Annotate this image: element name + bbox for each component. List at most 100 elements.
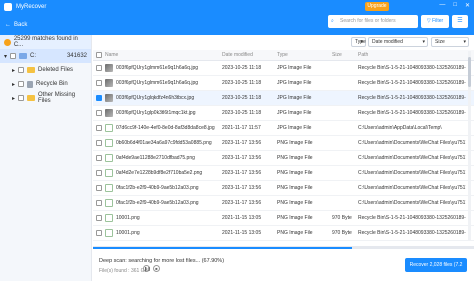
sidebar-item-recycle-bin[interactable]: ▸ Recycle Bin (0, 77, 91, 91)
file-type: PNG Image File (277, 215, 313, 221)
close-icon[interactable]: ✕ (465, 2, 470, 9)
match-summary: 25299 matches found in C... (0, 35, 91, 49)
maximize-icon[interactable]: □ (453, 2, 457, 9)
table-row[interactable]: 10001.png 2021-11-15 13:05 PNG Image File 9… (93, 226, 474, 241)
column-header-size[interactable]: Size (332, 52, 358, 58)
search-input[interactable]: ⌕ Search for files or folders (328, 15, 418, 28)
table-row[interactable]: 003f6pfQUry1glmm61e9q1h6a6q.jpg 2023-10-2… (93, 61, 474, 76)
row-checkbox[interactable] (96, 140, 102, 146)
scrollbar[interactable] (468, 51, 471, 241)
sidebar-item-deleted-files[interactable]: ▸ Deleted Files (0, 63, 91, 77)
recycle-bin-icon (27, 80, 34, 88)
column-header-type[interactable]: Type (277, 52, 332, 58)
file-path: Recycle Bin\S-1-5-21-1048093380-13252601… (358, 230, 466, 236)
date-dropdown-label: Date modified (372, 39, 403, 45)
table-header: Name Date modified Type Size Path (93, 50, 474, 61)
file-date: 2023-11-17 13:56 (222, 155, 262, 161)
file-thumbnail-icon (105, 199, 113, 207)
pause-icon[interactable]: ❚❚ (143, 265, 151, 272)
sidebar-item-other-missing-files[interactable]: ▸ Other Missing Files (0, 91, 91, 105)
type-dropdown[interactable]: Type ▾ (351, 37, 366, 47)
table-row[interactable]: 003f6pfQUry1glp0k3tl6t1mqc1kt.jpg 2023-10… (93, 106, 474, 121)
sidebar-item-label: Deleted Files (38, 67, 74, 73)
file-type: JPG Image File (277, 80, 312, 86)
expand-icon[interactable]: ▸ (12, 81, 15, 88)
checkbox[interactable] (18, 81, 25, 87)
sidebar-item-label: C: (30, 53, 37, 59)
view-toggle-button[interactable]: ☰ (452, 15, 468, 28)
row-checkbox[interactable] (96, 95, 102, 101)
expand-icon[interactable]: ▸ (12, 95, 15, 102)
collapse-icon[interactable]: ▾ (4, 53, 7, 60)
scrollbar-thumb[interactable] (468, 57, 471, 87)
sidebar: 25299 matches found in C... ▾ C: 341632 … (0, 35, 92, 281)
table-row[interactable]: 0fac1f2b-e2f9-40b9-9ae5b12a03.png 2023-11… (93, 181, 474, 196)
column-header-path[interactable]: Path (358, 52, 466, 58)
size-dropdown-label: Size (435, 39, 445, 45)
select-all-checkbox[interactable] (96, 52, 102, 58)
filter-button[interactable]: ▽ Filter (421, 15, 449, 28)
checkbox[interactable] (18, 67, 25, 73)
chevron-down-icon: ▾ (422, 39, 425, 45)
upgrade-button[interactable]: Upgrade (365, 2, 389, 11)
table-row[interactable]: 0fac1f2b-e2f9-40b9-9ae5b12a03.png 2023-11… (93, 196, 474, 211)
top-bar: MyRecover Upgrade — □ ✕ ← Back ⌕ Search … (0, 0, 474, 35)
row-checkbox[interactable] (96, 215, 102, 221)
file-type: PNG Image File (277, 230, 313, 236)
table-row[interactable]: 0af4d2e7e1228b9df8e2f710ba5e2.png 2023-11… (93, 166, 474, 181)
file-thumbnail-icon (105, 139, 113, 147)
folder-icon (27, 67, 36, 73)
file-path: C:\Users\admin\Documents\WeChat Files\yu… (358, 140, 466, 146)
row-checkbox[interactable] (96, 65, 102, 71)
column-header-date[interactable]: Date modified (222, 52, 277, 58)
file-thumbnail-icon (105, 154, 113, 162)
table-row[interactable]: 0b60b6d4f01ae34a6a97c9fdd53a0885.png 2023… (93, 136, 474, 151)
file-size: 970 Byte (332, 230, 352, 236)
sidebar-item-count: 341632 (66, 53, 87, 59)
file-thumbnail-icon (105, 79, 113, 87)
row-checkbox[interactable] (96, 110, 102, 116)
stop-icon[interactable]: ■ (153, 265, 160, 272)
table-row[interactable]: 07d6cc9f-140e-4ef0-8e0d-8af3d8da8ce8.jpg… (93, 121, 474, 136)
row-checkbox[interactable] (96, 125, 102, 131)
file-name: 0fac1f2b-e2f9-40b9-9ae5b12a03.png (116, 185, 199, 191)
app-logo-icon (4, 3, 12, 11)
table-row[interactable]: 003f6pfQUry1glqkdfz4n6h3tbcx.jpg 2023-10-… (93, 91, 474, 106)
table-row[interactable]: 003f6pfQUry1glmm61e9q1h6a6q.jpg 2023-10-2… (93, 76, 474, 91)
row-checkbox[interactable] (96, 230, 102, 236)
file-date: 2023-11-17 13:56 (222, 185, 262, 191)
found-count: File(s) found : 361 GB (99, 268, 148, 274)
expand-icon[interactable]: ▸ (12, 67, 15, 74)
filter-toolbar: Type ▾ Date modified ▾ Size ▾ (93, 35, 474, 50)
match-text: 25299 matches found in C... (13, 36, 78, 48)
file-name: 003f6pfQUry1glp0k3tl6t1mqc1kt.jpg (116, 110, 196, 116)
checkbox[interactable] (18, 95, 25, 101)
file-path: C:\Users\admin\AppData\Local\Temp\ (358, 125, 442, 131)
date-dropdown[interactable]: Date modified ▾ (368, 37, 428, 47)
size-dropdown[interactable]: Size ▾ (431, 37, 469, 47)
chevron-down-icon: ▾ (463, 39, 466, 45)
filter-icon: ▽ (426, 18, 431, 24)
recover-button[interactable]: Recover 2,028 files (7.2 GB) (405, 258, 467, 282)
sidebar-item-c-drive[interactable]: ▾ C: 341632 (0, 49, 91, 63)
file-name: 0af4d2e7e1228b9df8e2f710ba5e2.png (116, 170, 203, 176)
back-button[interactable]: ← Back (5, 22, 27, 28)
back-label: Back (14, 21, 28, 28)
file-path: C:\Users\admin\Documents\WeChat Files\yu… (358, 170, 466, 176)
row-checkbox[interactable] (96, 155, 102, 161)
table-row[interactable]: 0af4de9ae11288e2710dfbad75.png 2023-11-17… (93, 151, 474, 166)
row-checkbox[interactable] (96, 200, 102, 206)
file-thumbnail-icon (105, 214, 113, 222)
row-checkbox[interactable] (96, 80, 102, 86)
table-row[interactable]: 10001.png 2021-11-15 13:05 PNG Image File 9… (93, 211, 474, 226)
row-checkbox[interactable] (96, 170, 102, 176)
file-type: JPG Image File (277, 95, 312, 101)
file-name: 0b60b6d4f01ae34a6a97c9fdd53a0885.png (116, 140, 212, 146)
file-thumbnail-icon (105, 124, 113, 132)
minimize-icon[interactable]: — (439, 2, 445, 9)
checkbox[interactable] (10, 53, 17, 59)
file-name: 003f6pfQUry1glqkdfz4n6h3tbcx.jpg (116, 95, 195, 101)
title-bar: MyRecover (0, 0, 474, 14)
column-header-name[interactable]: Name (105, 52, 222, 58)
row-checkbox[interactable] (96, 185, 102, 191)
